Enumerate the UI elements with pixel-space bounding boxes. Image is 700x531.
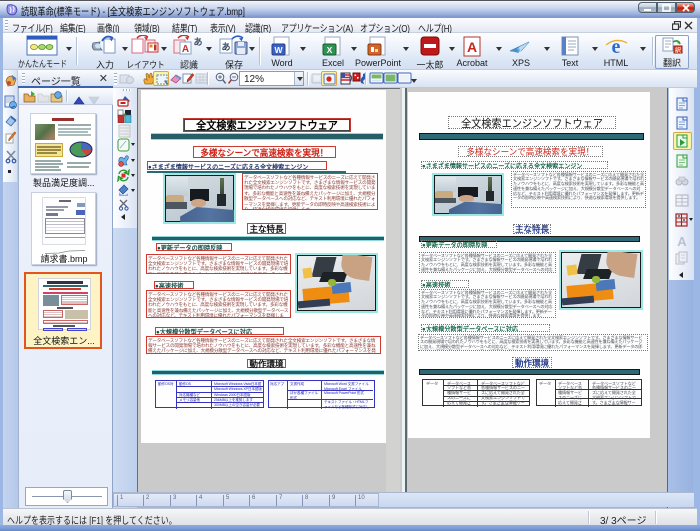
svg-text:A: A [677,234,687,249]
svg-text:あ: あ [193,37,202,47]
svg-text:A: A [182,44,189,55]
svg-text:訳: 訳 [675,47,681,55]
svg-text:あ: あ [221,42,230,52]
svg-text:A: A [467,39,477,55]
svg-text:W: W [274,45,283,55]
svg-text:X: X [327,45,333,55]
svg-text:e: e [612,36,621,57]
